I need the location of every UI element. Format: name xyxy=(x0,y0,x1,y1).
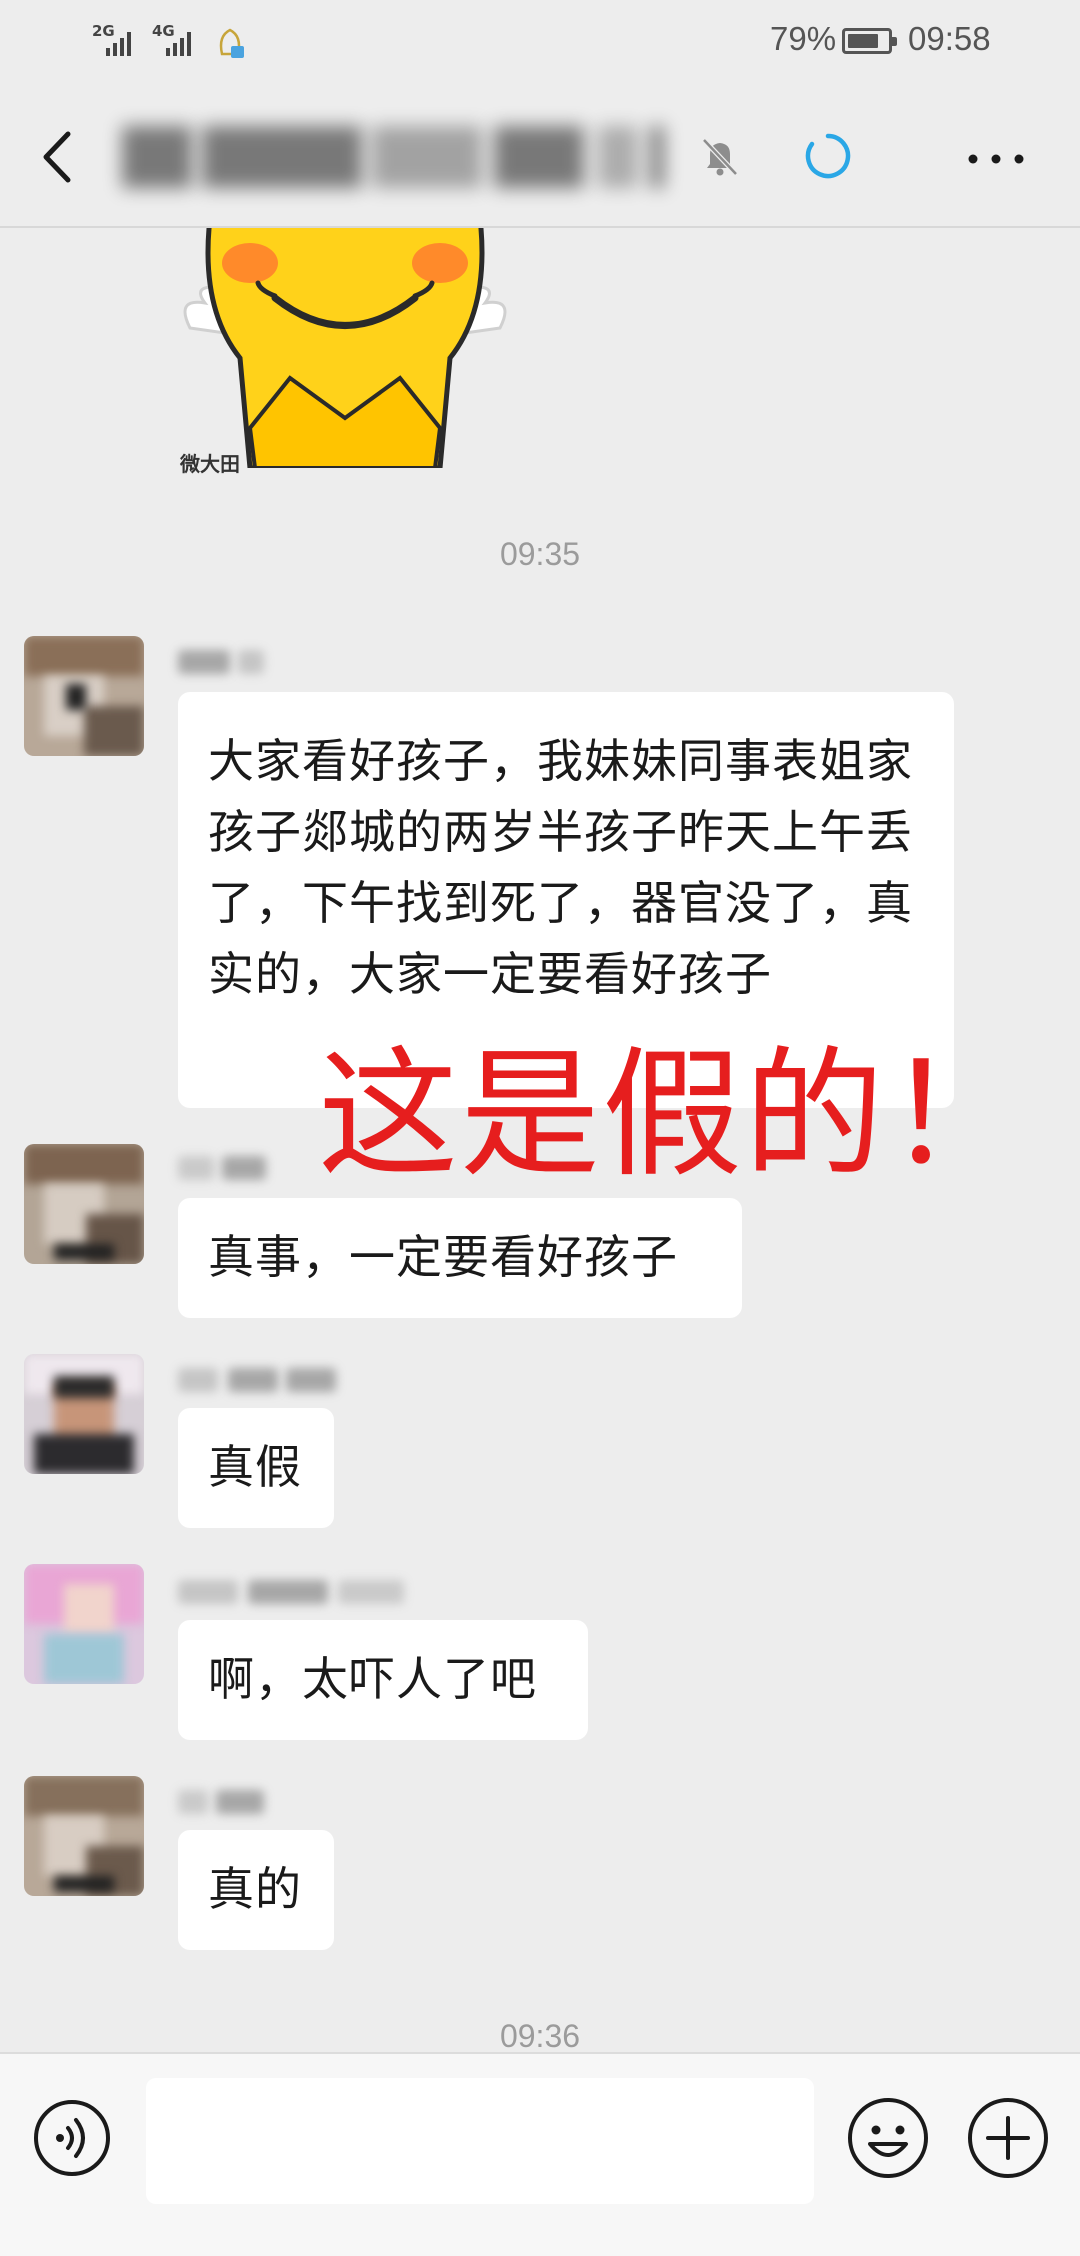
message-input[interactable] xyxy=(146,2078,814,2204)
plus-icon[interactable] xyxy=(966,2096,1050,2180)
message-text: 真假 xyxy=(208,1440,302,1494)
sender-nickname xyxy=(178,1786,268,1818)
avatar[interactable] xyxy=(24,1354,144,1474)
chat-header xyxy=(0,84,1080,228)
loading-spinner-icon xyxy=(805,133,851,179)
duck-sticker[interactable] xyxy=(180,228,510,468)
fake-warning-annotation: 这是假的！ xyxy=(318,1034,1029,1197)
message-bubble[interactable]: 啊，太吓人了吧 xyxy=(178,1620,588,1740)
message-text: 啊，太吓人了吧 xyxy=(208,1652,537,1706)
voice-icon[interactable] xyxy=(32,2098,112,2178)
battery-icon xyxy=(842,28,897,54)
chevron-left-icon[interactable] xyxy=(38,128,78,186)
message-text: 真的 xyxy=(208,1862,302,1916)
sender-nickname xyxy=(178,1364,338,1396)
avatar[interactable] xyxy=(24,636,144,756)
message-bubble[interactable]: 真假 xyxy=(178,1408,334,1528)
notification-app-icon xyxy=(219,28,244,58)
battery-percent: 79% xyxy=(770,20,837,57)
more-dots-icon[interactable] xyxy=(968,154,1024,164)
message-text: 大家看好孩子，我妹妹同事表姐家孩子郯城的两岁半孩子昨天上午丢了，下午找到死了，器… xyxy=(208,734,913,1001)
avatar[interactable] xyxy=(24,1776,144,1896)
message-bubble[interactable]: 真的 xyxy=(178,1830,334,1950)
sticker-caption: 微大田 xyxy=(180,452,240,476)
sender-nickname xyxy=(178,1152,268,1184)
sender-nickname xyxy=(178,646,268,678)
status-clock: 09:58 xyxy=(908,20,991,57)
group-title xyxy=(122,126,664,188)
avatar[interactable] xyxy=(24,1144,144,1264)
message-text: 真事，一定要看好孩子 xyxy=(208,1230,678,1284)
status-bar: 2G 4G 79% 09:58 xyxy=(0,0,1080,84)
message-bubble[interactable]: 真事，一定要看好孩子 xyxy=(178,1198,742,1318)
battery-fill xyxy=(848,34,879,48)
message-timestamp: 09:36 xyxy=(499,2018,581,2054)
avatar[interactable] xyxy=(24,1564,144,1684)
emoji-icon[interactable] xyxy=(846,2096,930,2180)
sender-nickname xyxy=(178,1576,408,1608)
input-bar xyxy=(0,2052,1080,2256)
bell-muted-icon xyxy=(702,138,738,176)
message-timestamp: 09:35 xyxy=(499,536,581,572)
